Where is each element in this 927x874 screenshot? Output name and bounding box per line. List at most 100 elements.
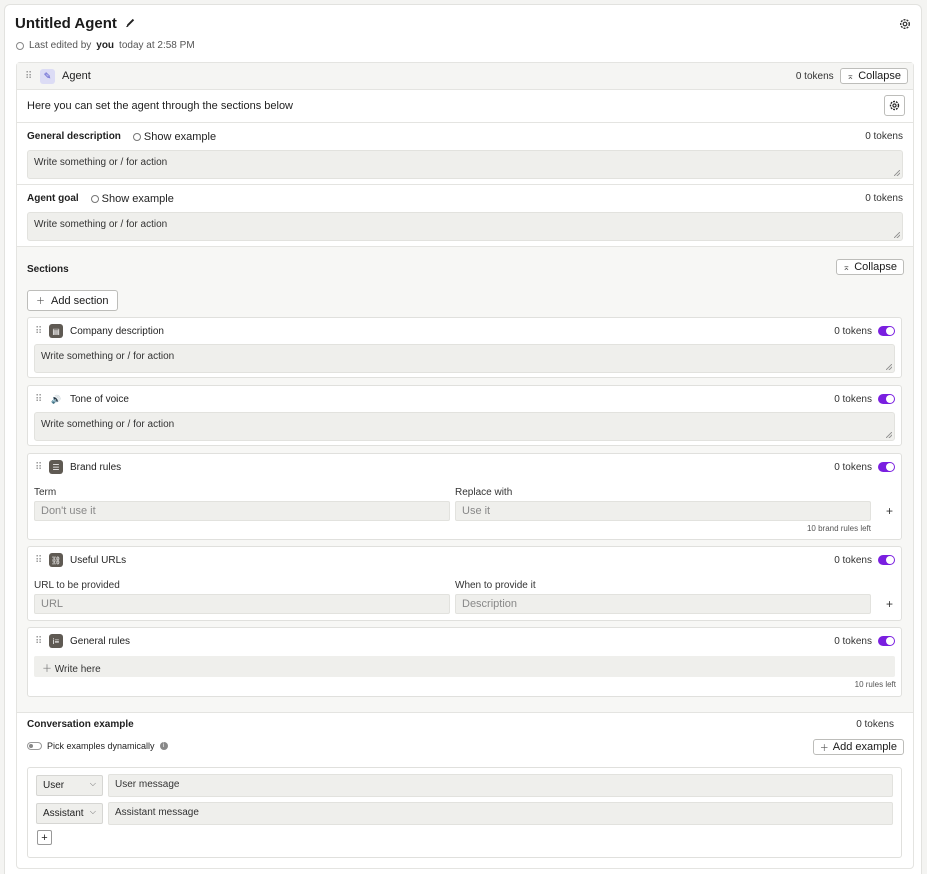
drag-handle-icon[interactable]: ⠿ bbox=[35, 636, 45, 647]
chevron-down-icon: ⌵ bbox=[89, 807, 96, 816]
role-value: Assistant bbox=[43, 808, 84, 819]
agent-goal-tokens: 0 tokens bbox=[865, 193, 903, 204]
collapse-label: Collapse bbox=[854, 261, 897, 273]
section-toggle[interactable] bbox=[878, 555, 895, 565]
section-label: Useful URLs bbox=[70, 554, 127, 566]
company-description-input[interactable]: Write something or / for action bbox=[34, 344, 895, 373]
section-label: Brand rules bbox=[70, 461, 122, 473]
conversation-example: Conversation example 0 tokens Pick examp… bbox=[17, 712, 913, 868]
intro-text: Here you can set the agent through the s… bbox=[27, 100, 294, 112]
edit-pencil-icon[interactable] bbox=[125, 17, 136, 31]
section-toggle[interactable] bbox=[878, 462, 895, 472]
chevron-down-icon: ⌵ bbox=[89, 779, 96, 788]
help-icon bbox=[90, 194, 99, 203]
clipboard-icon: ☰ bbox=[49, 460, 63, 474]
plus-icon: ＋ bbox=[42, 664, 55, 675]
pick-dynamic-row: Pick examples dynamically i bbox=[27, 741, 168, 751]
term-label: Term bbox=[34, 487, 57, 498]
user-message-input[interactable]: User message bbox=[108, 774, 893, 797]
section-tokens: 0 tokens bbox=[834, 393, 872, 405]
drag-handle-icon[interactable]: ⠿ bbox=[35, 555, 45, 566]
section-toggle[interactable] bbox=[878, 636, 895, 646]
brand-rules-left: 10 brand rules left bbox=[806, 524, 871, 533]
goal-show-example-link[interactable]: Show example bbox=[90, 192, 174, 205]
replace-input[interactable]: Use it bbox=[455, 501, 871, 521]
agent-goal-label: Agent goal bbox=[27, 193, 79, 204]
last-edited-prefix: Last edited by bbox=[29, 40, 92, 51]
add-brand-rule-plus-icon[interactable]: + bbox=[886, 504, 893, 518]
role-select-user[interactable]: User ⌵ bbox=[36, 775, 103, 796]
agent-pencil-icon: ✎ bbox=[40, 68, 55, 84]
pick-dynamic-toggle[interactable] bbox=[27, 742, 42, 750]
plus-icon: ＋ bbox=[36, 296, 46, 306]
show-example-label: Show example bbox=[143, 130, 217, 143]
term-input[interactable]: Don't use it bbox=[34, 501, 450, 521]
add-message-button[interactable]: + bbox=[37, 830, 52, 845]
section-label: Company description bbox=[70, 325, 164, 337]
last-edited: Last edited by you today at 2:58 PM bbox=[16, 40, 195, 51]
when-input[interactable]: Description bbox=[455, 594, 871, 614]
url-input[interactable]: URL bbox=[34, 594, 450, 614]
rules-left: 10 rules left bbox=[854, 680, 896, 689]
section-toggle[interactable] bbox=[878, 326, 895, 336]
sections-area: Sections ⌅ Collapse ＋ Add section ⠿ ▤ Comp… bbox=[17, 247, 913, 713]
agent-panel: ⠿ ✎ Agent 0 tokens ⌅ Collapse Here you ca… bbox=[16, 62, 914, 869]
section-tokens: 0 tokens bbox=[834, 635, 872, 647]
help-icon bbox=[132, 132, 141, 141]
section-company-description: ⠿ ▤ Company description 0 tokens Write s… bbox=[27, 317, 902, 378]
when-label: When to provide it bbox=[455, 580, 536, 591]
info-icon[interactable]: i bbox=[159, 742, 168, 750]
settings-gear-icon[interactable] bbox=[898, 17, 912, 31]
agent-goal-input[interactable]: Write something or / for action bbox=[27, 212, 903, 241]
clock-icon bbox=[16, 41, 24, 50]
agent-goal-block: Agent goal Show example 0 tokens Write s… bbox=[17, 185, 913, 247]
agent-label: Agent bbox=[62, 70, 91, 82]
general-description-input[interactable]: Write something or / for action bbox=[27, 150, 903, 179]
general-description-label: General description bbox=[27, 131, 121, 142]
drag-handle-icon[interactable]: ⠿ bbox=[25, 71, 35, 82]
agent-collapse-button[interactable]: ⌅ Collapse bbox=[839, 68, 908, 84]
add-section-label: Add section bbox=[51, 294, 109, 307]
general-show-example-link[interactable]: Show example bbox=[132, 130, 217, 143]
collapse-label: Collapse bbox=[858, 70, 901, 82]
section-tone-of-voice: ⠿ 🔊 Tone of voice 0 tokens Write somethi… bbox=[27, 385, 902, 446]
drag-handle-icon[interactable]: ⠿ bbox=[35, 462, 45, 473]
plus-icon: ＋ bbox=[819, 742, 829, 753]
messages-box: User ⌵ User message Assistant ⌵ Assistant … bbox=[27, 767, 902, 858]
role-value: User bbox=[43, 780, 65, 791]
section-label: Tone of voice bbox=[70, 393, 129, 405]
agent-settings-gear-icon[interactable] bbox=[884, 95, 905, 116]
title-text[interactable]: Untitled Agent bbox=[15, 15, 117, 32]
add-example-label: Add example bbox=[832, 741, 897, 753]
write-here-input[interactable]: ＋ Write here bbox=[34, 656, 895, 677]
conversation-tokens: 0 tokens bbox=[856, 718, 894, 730]
section-toggle[interactable] bbox=[878, 394, 895, 404]
drag-handle-icon[interactable]: ⠿ bbox=[35, 394, 45, 405]
speaker-icon: 🔊 bbox=[49, 392, 63, 406]
show-example-label: Show example bbox=[101, 192, 174, 205]
conversation-label: Conversation example bbox=[27, 718, 134, 730]
tone-of-voice-input[interactable]: Write something or / for action bbox=[34, 412, 895, 441]
general-description-tokens: 0 tokens bbox=[865, 131, 903, 142]
url-label: URL to be provided bbox=[34, 580, 120, 591]
add-example-button[interactable]: ＋ Add example bbox=[812, 739, 904, 755]
agent-tokens: 0 tokens bbox=[795, 70, 834, 82]
assistant-message-input[interactable]: Assistant message bbox=[108, 802, 893, 825]
section-useful-urls: ⠿ ⛓ Useful URLs 0 tokens URL to be provi… bbox=[27, 546, 902, 621]
sections-collapse-button[interactable]: ⌅ Collapse bbox=[835, 259, 904, 275]
pick-dynamic-label: Pick examples dynamically bbox=[47, 741, 155, 751]
replace-label: Replace with bbox=[455, 487, 513, 498]
section-tokens: 0 tokens bbox=[834, 461, 872, 473]
add-section-button[interactable]: ＋ Add section bbox=[27, 290, 118, 311]
write-here-label: Write here bbox=[54, 664, 101, 675]
last-edited-by: you bbox=[96, 40, 115, 51]
add-url-plus-icon[interactable]: + bbox=[886, 597, 893, 611]
role-select-assistant[interactable]: Assistant ⌵ bbox=[36, 803, 103, 824]
drag-handle-icon[interactable]: ⠿ bbox=[35, 326, 45, 337]
collapse-icon: ⌅ bbox=[842, 261, 851, 272]
book-icon: ▤ bbox=[49, 324, 63, 338]
general-description-block: General description Show example 0 token… bbox=[17, 123, 913, 185]
agent-editor: Untitled Agent Last edited by you today … bbox=[4, 4, 922, 874]
agent-header: ⠿ ✎ Agent 0 tokens ⌅ Collapse bbox=[17, 63, 913, 90]
section-brand-rules: ⠿ ☰ Brand rules 0 tokens Term Don't use … bbox=[27, 453, 902, 540]
